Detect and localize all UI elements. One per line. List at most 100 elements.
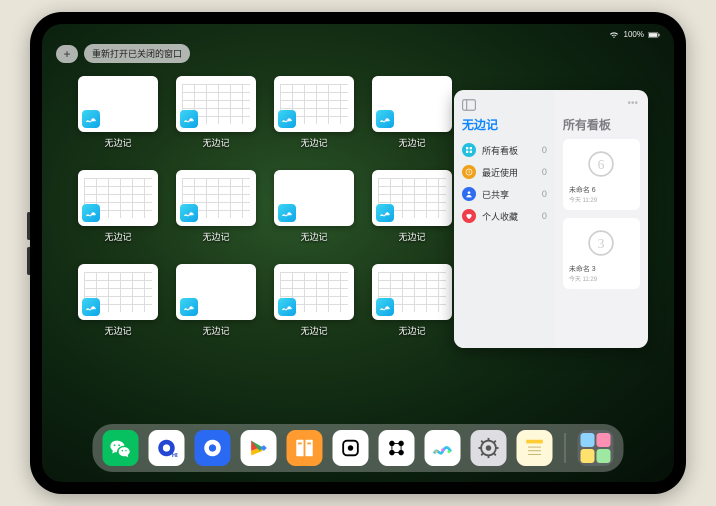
window-thumbnail[interactable]: 无边记 [76, 170, 160, 254]
window-label: 无边记 [300, 230, 327, 243]
board-preview: 3 [569, 224, 634, 262]
dock-separator [565, 433, 566, 463]
window-thumbnail[interactable]: 无边记 [370, 76, 454, 160]
window-preview [176, 170, 256, 226]
board-card[interactable]: 3 未命名 3 今天 11:29 [563, 218, 640, 289]
freeform-app-icon [180, 298, 198, 316]
freeform-app-icon [82, 204, 100, 222]
clock-icon [462, 165, 476, 179]
panel-content: 所有看板 6 未命名 6 今天 11:29 3 未命名 3 今天 11:29 [555, 90, 648, 348]
freeform-app-icon [278, 110, 296, 128]
quark-hd-app-icon[interactable]: HD [149, 430, 185, 466]
sidebar-item-squares[interactable]: 所有看板 0 [462, 139, 547, 161]
window-thumbnail[interactable]: 无边记 [174, 264, 258, 348]
window-preview [274, 264, 354, 320]
panel-left-title: 无边记 [462, 116, 547, 133]
freeform-app-icon [82, 298, 100, 316]
connect-app-icon[interactable] [379, 430, 415, 466]
window-thumbnail[interactable]: 无边记 [174, 170, 258, 254]
window-label: 无边记 [398, 230, 425, 243]
sidebar-item-count: 0 [542, 145, 547, 155]
freeform-panel[interactable]: ••• 无边记 所有看板 0 最近使用 0 已共享 0 个人收藏 0 所有看板 [454, 90, 648, 348]
window-thumbnail[interactable]: 无边记 [272, 76, 356, 160]
top-controls: + 重新打开已关闭的窗口 [56, 44, 190, 63]
hardware-button [27, 247, 30, 275]
freeform-app-icon [376, 110, 394, 128]
window-thumbnail[interactable]: 无边记 [272, 264, 356, 348]
play-app-icon[interactable] [241, 430, 277, 466]
sidebar-item-label: 已共享 [482, 188, 509, 201]
dice-app-icon[interactable] [333, 430, 369, 466]
heart-icon [462, 209, 476, 223]
window-thumbnail[interactable]: 无边记 [76, 76, 160, 160]
sidebar-item-label: 最近使用 [482, 166, 518, 179]
board-card[interactable]: 6 未命名 6 今天 11:29 [563, 139, 640, 210]
window-preview [274, 170, 354, 226]
freeform-app-icon [278, 298, 296, 316]
sidebar-item-heart[interactable]: 个人收藏 0 [462, 205, 547, 227]
wifi-icon [608, 31, 620, 39]
window-label: 无边记 [202, 324, 229, 337]
window-thumbnail[interactable]: 无边记 [76, 264, 160, 348]
window-thumbnail[interactable]: 无边记 [370, 264, 454, 348]
window-label: 无边记 [104, 230, 131, 243]
window-thumbnail[interactable]: 无边记 [370, 170, 454, 254]
svg-text:3: 3 [598, 236, 605, 251]
window-label: 无边记 [398, 324, 425, 337]
window-preview [372, 264, 452, 320]
svg-text:6: 6 [598, 157, 605, 172]
board-preview: 6 [569, 145, 634, 183]
books-app-icon[interactable] [287, 430, 323, 466]
window-thumbnail[interactable]: 无边记 [272, 170, 356, 254]
squares-icon [462, 143, 476, 157]
window-label: 无边记 [398, 136, 425, 149]
board-time: 今天 11:29 [569, 195, 634, 204]
window-preview [274, 76, 354, 132]
freeform-app-icon [180, 110, 198, 128]
panel-right-title: 所有看板 [563, 116, 640, 133]
window-preview [372, 170, 452, 226]
window-label: 无边记 [202, 136, 229, 149]
new-window-button[interactable]: + [56, 45, 78, 63]
window-label: 无边记 [202, 230, 229, 243]
freeform-app-icon [278, 204, 296, 222]
freeform-app-icon [376, 204, 394, 222]
quark-app-icon[interactable] [195, 430, 231, 466]
panel-sidebar: 无边记 所有看板 0 最近使用 0 已共享 0 个人收藏 0 [454, 90, 555, 348]
window-preview [372, 76, 452, 132]
sidebar-item-count: 0 [542, 167, 547, 177]
window-label: 无边记 [300, 136, 327, 149]
wechat-app-icon[interactable] [103, 430, 139, 466]
reopen-closed-window-button[interactable]: 重新打开已关闭的窗口 [84, 44, 190, 63]
window-label: 无边记 [300, 324, 327, 337]
freeform-app-icon[interactable] [425, 430, 461, 466]
freeform-app-icon [180, 204, 198, 222]
freeform-app-icon [376, 298, 394, 316]
window-label: 无边记 [104, 136, 131, 149]
battery-icon [648, 31, 660, 39]
battery-text: 100% [624, 30, 644, 39]
board-name: 未命名 6 [569, 185, 634, 195]
app-library-icon[interactable] [578, 430, 614, 466]
sidebar-item-person[interactable]: 已共享 0 [462, 183, 547, 205]
window-preview [176, 76, 256, 132]
app-expose-grid: 无边记 无边记 无边记 无边记 无边记 [76, 76, 454, 402]
sidebar-item-clock[interactable]: 最近使用 0 [462, 161, 547, 183]
hardware-button [27, 212, 30, 240]
window-thumbnail[interactable]: 无边记 [174, 76, 258, 160]
sidebar-item-count: 0 [542, 189, 547, 199]
more-icon[interactable]: ••• [627, 98, 638, 109]
sidebar-toggle-icon[interactable] [462, 98, 476, 116]
freeform-app-icon [82, 110, 100, 128]
notes-app-icon[interactable] [517, 430, 553, 466]
dock: HD [93, 424, 624, 472]
ipad-frame: 100% + 重新打开已关闭的窗口 无边记 无边记 无边记 [30, 12, 686, 494]
settings-app-icon[interactable] [471, 430, 507, 466]
sidebar-item-label: 所有看板 [482, 144, 518, 157]
window-preview [78, 170, 158, 226]
window-preview [78, 264, 158, 320]
status-bar: 100% [608, 30, 660, 39]
person-icon [462, 187, 476, 201]
window-label: 无边记 [104, 324, 131, 337]
sidebar-item-label: 个人收藏 [482, 210, 518, 223]
